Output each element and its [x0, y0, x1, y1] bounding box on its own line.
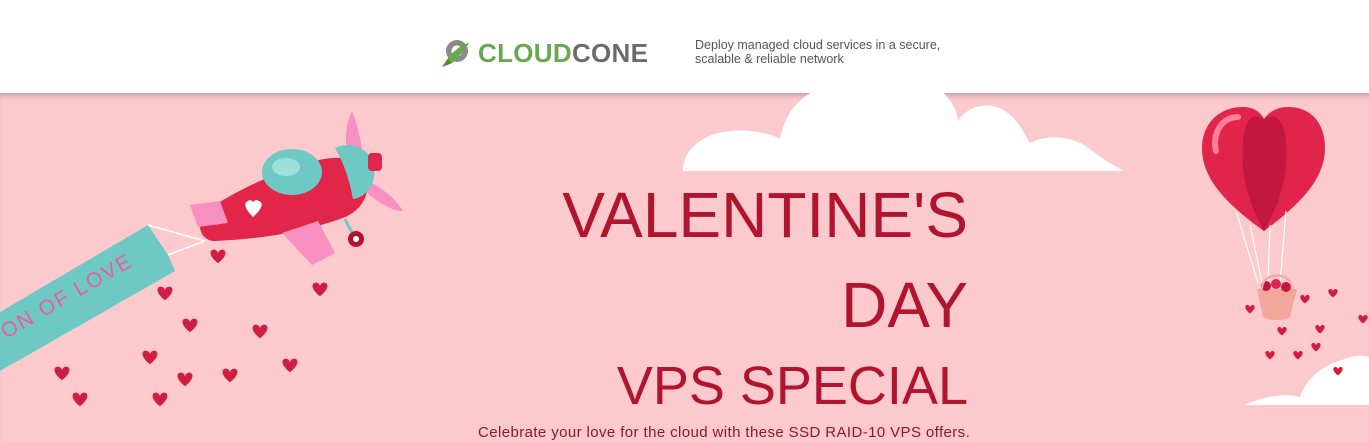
heart-icon — [152, 392, 168, 407]
logo-text-cone: CONE — [571, 38, 649, 68]
site-header: CLOUDCONE Deploy managed cloud services … — [0, 0, 1369, 93]
heart-icon — [252, 324, 268, 339]
cloudcone-logo[interactable]: CLOUDCONE — [440, 37, 648, 69]
heart-icon — [157, 286, 173, 301]
heart-icon — [222, 368, 238, 383]
heart-icon — [1245, 305, 1255, 314]
heart-icon — [1300, 295, 1310, 304]
headline-line-1: VALENTINE'S — [562, 179, 968, 251]
heart-icon — [177, 372, 193, 387]
heart-icon — [54, 366, 70, 381]
heart-balloon-icon — [1202, 107, 1325, 320]
heart-icon — [1315, 325, 1325, 334]
heart-icon — [142, 350, 158, 365]
cloudcone-logo-icon — [442, 40, 469, 67]
valentines-hero-banner: ON OF LOVE VALENTINE'S DAY VPS SPECIAL C… — [0, 93, 1369, 442]
logo-wordmark: CLOUDCONE — [478, 37, 648, 69]
heart-icon — [1311, 343, 1321, 352]
heart-icon — [1358, 315, 1368, 324]
cloud-icon — [1245, 355, 1369, 405]
airplane-icon — [190, 111, 403, 265]
heart-icon — [210, 249, 226, 264]
hero-headline: VALENTINE'S DAY VPS SPECIAL — [562, 183, 968, 413]
heart-icon — [1277, 327, 1287, 336]
love-banner: ON OF LOVE — [0, 224, 206, 371]
heart-icon — [282, 358, 298, 373]
headline-line-2: DAY — [841, 269, 968, 341]
heart-icon — [1328, 289, 1338, 298]
headline-line-3: VPS SPECIAL — [616, 356, 968, 416]
heart-icon — [72, 392, 88, 407]
cloud-icon — [683, 93, 1125, 171]
logo-text-cloud: CLOUD — [478, 38, 572, 68]
heart-icon — [1293, 351, 1303, 360]
heart-icon — [312, 282, 328, 297]
hero-subtitle: Celebrate your love for the cloud with t… — [478, 424, 971, 441]
heart-icon — [1265, 351, 1275, 360]
header-tagline: Deploy managed cloud services in a secur… — [695, 38, 941, 66]
heart-icon — [182, 318, 198, 333]
